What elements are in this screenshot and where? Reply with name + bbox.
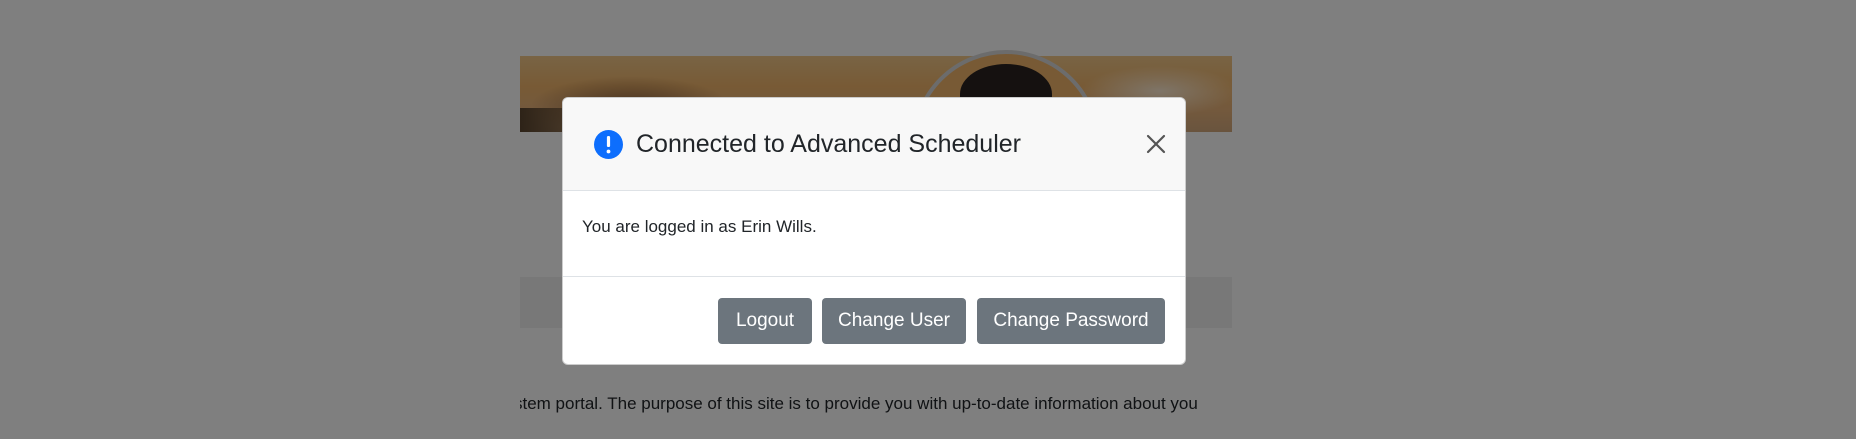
change-user-button[interactable]: Change User (822, 298, 966, 344)
logged-in-message: You are logged in as Erin Wills. (582, 217, 817, 236)
logout-button[interactable]: Logout (718, 298, 812, 344)
alert-icon (594, 130, 623, 159)
connection-dialog: Connected to Advanced Scheduler You are … (562, 97, 1186, 365)
change-password-button[interactable]: Change Password (977, 298, 1165, 344)
dialog-title: Connected to Advanced Scheduler (636, 130, 1021, 158)
dialog-header: Connected to Advanced Scheduler (563, 98, 1185, 191)
page: stem portal. The purpose of this site is… (0, 0, 1856, 439)
close-icon[interactable] (1141, 129, 1171, 159)
